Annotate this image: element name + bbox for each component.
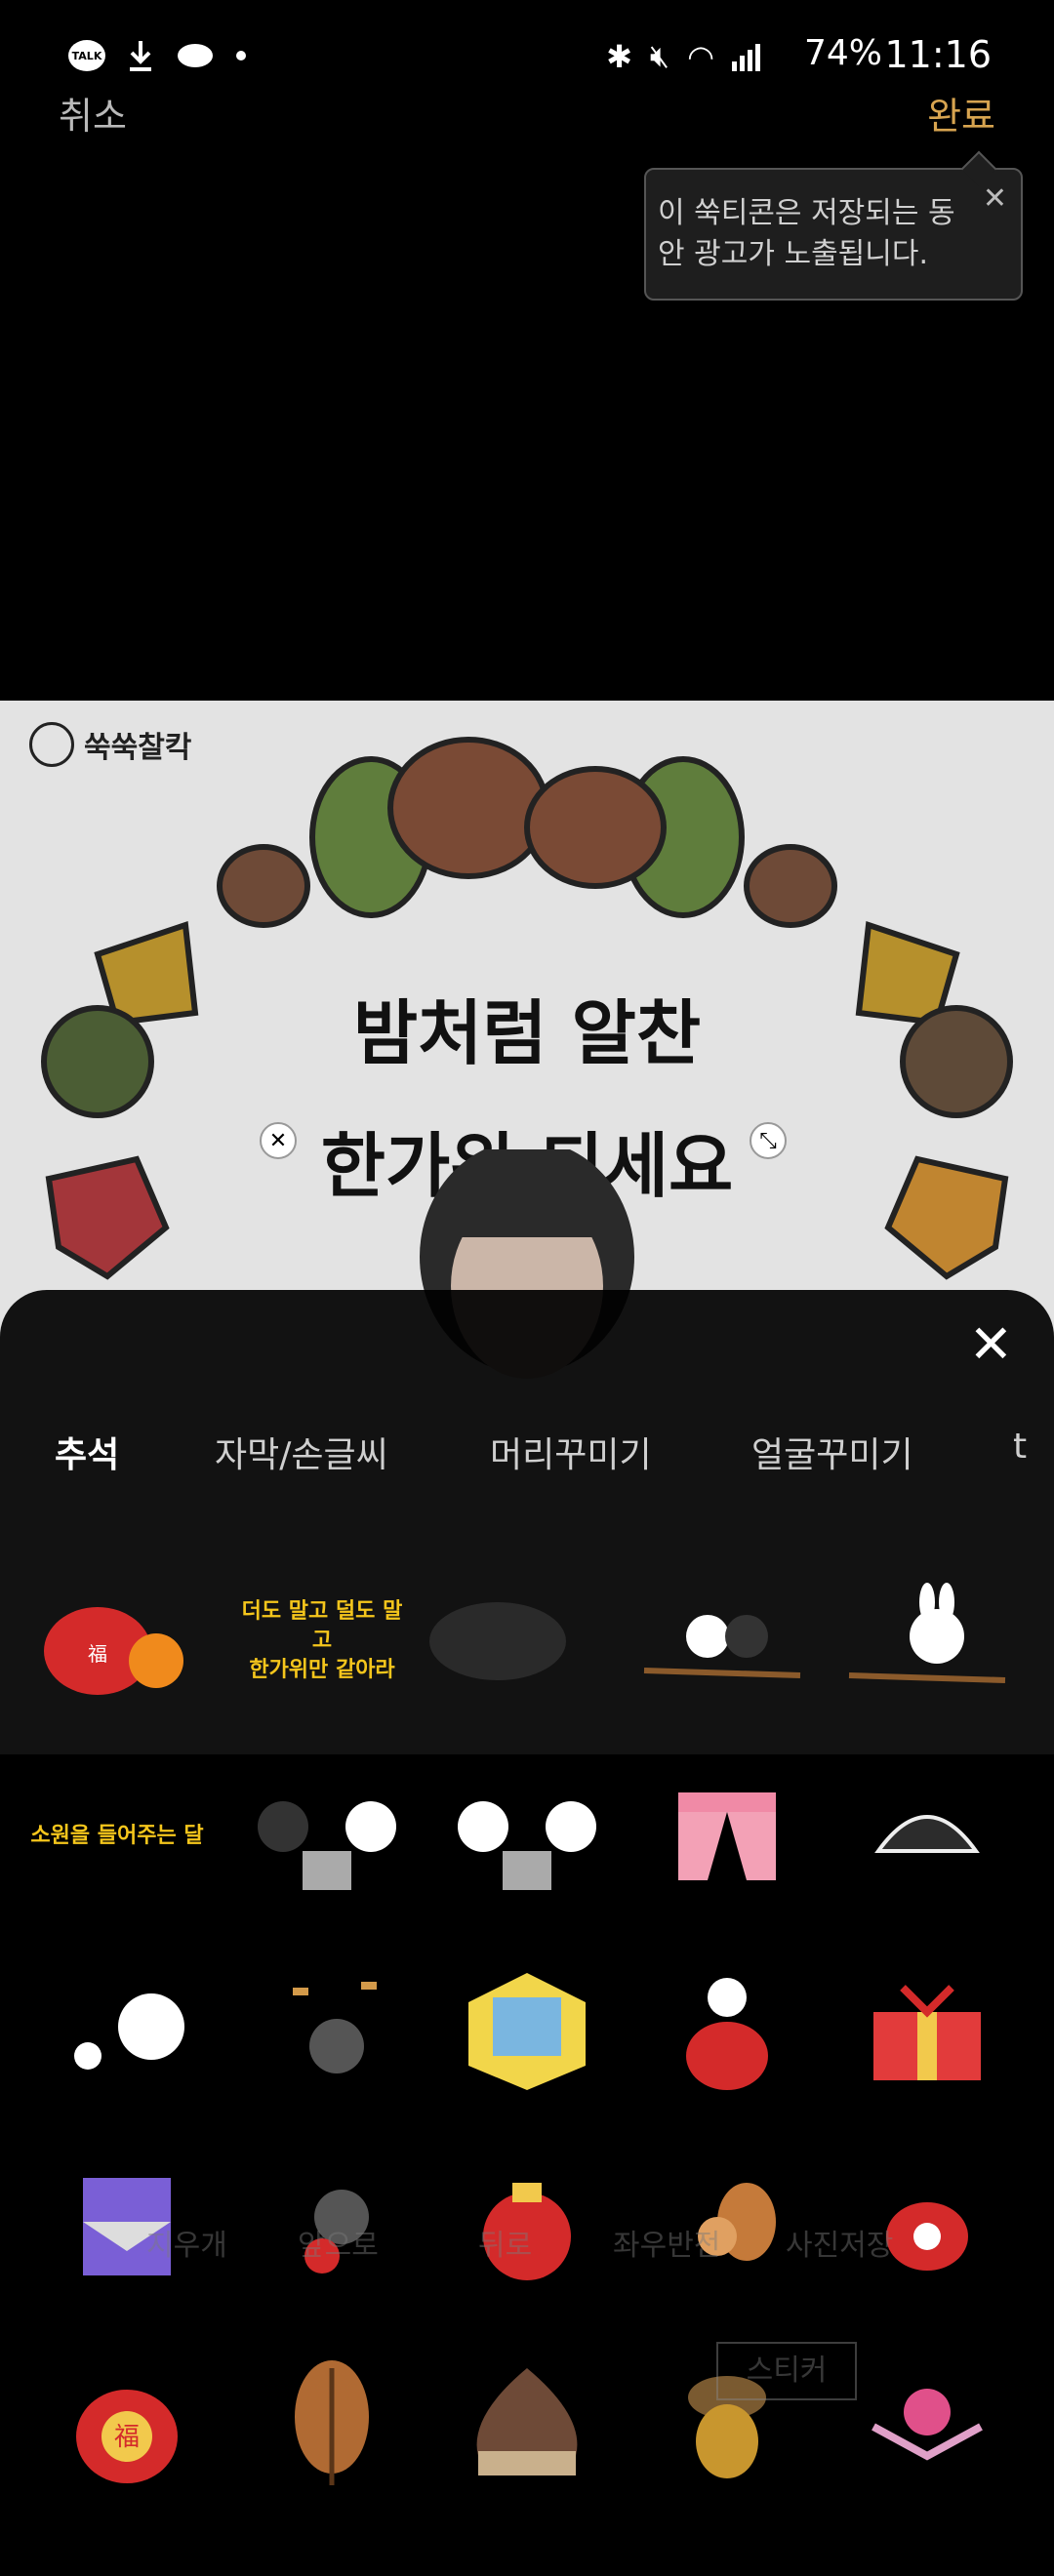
download-icon <box>130 41 151 71</box>
sticker-row: 福 더도 말고 덜도 말고 한가위만 같아라 <box>0 1553 1054 1749</box>
gift-box-sticker[interactable] <box>839 1944 1015 2119</box>
rabbits-pounding-rice-sticker[interactable] <box>239 1749 415 1924</box>
flip-label: 좌우반전 <box>613 2229 721 2263</box>
status-left-icons: TALK <box>68 39 246 72</box>
sticker-category-tabs: 추석 자막/손글씨 머리꾸미기 얼굴꾸미기 t <box>0 1427 1054 1485</box>
ad-notice-tooltip: 이 쑥티콘은 저장되는 동안 광고가 노출됩니다. ✕ <box>644 150 1023 301</box>
lucky-bag-sticker[interactable]: 福 <box>29 1553 205 1729</box>
rabbit-pair-sticker[interactable] <box>39 1944 215 2119</box>
tooltip-close-icon[interactable]: ✕ <box>983 181 1007 216</box>
tooltip-text: 이 쑥티콘은 저장되는 동안 광고가 노출됩니다. <box>658 196 955 271</box>
tab-chuseok[interactable]: 추석 <box>55 1427 119 1477</box>
headline-line-1: 밤처럼 알찬 <box>352 991 702 1074</box>
rabbit-cheering-sticker[interactable] <box>249 1944 425 2119</box>
done-button[interactable]: 완료 <box>927 86 995 140</box>
svg-text:福: 福 <box>88 1642 107 1666</box>
save-photo-label: 사진저장 <box>786 2229 894 2263</box>
headpiece-sticker[interactable] <box>839 1749 1015 1924</box>
rabbit-on-branch-sticker[interactable] <box>839 1553 1015 1729</box>
white-rabbits-rice-sticker[interactable] <box>439 1749 615 1924</box>
tab-subtitle-handwriting[interactable]: 자막/손글씨 <box>215 1427 388 1477</box>
wifi-icon: ◠ <box>687 37 714 75</box>
sticker-row: 소원을 들어주는 달 <box>0 1749 1054 1944</box>
hangawi-sticker-text: 더도 말고 덜도 말고 한가위만 같아라 <box>241 1599 403 1682</box>
status-bar: TALK ✱ 🔇︎ ◠ 74% 11:16 <box>0 0 1054 107</box>
kakaotalk-icon: TALK <box>68 40 105 71</box>
forward-label: 앞으로 <box>298 2229 379 2263</box>
cloud-icon <box>178 44 213 67</box>
signal-icon <box>732 43 760 71</box>
rabbit-lucky-bag-sticker[interactable] <box>639 1944 815 2119</box>
status-right-icons: ✱ 🔇︎ ◠ <box>606 37 761 75</box>
battery-level: 74% <box>803 33 882 73</box>
pink-curtain-sticker[interactable] <box>639 1749 815 1924</box>
sticker-tab-button: 스티커 <box>716 2342 857 2400</box>
back-label: 뒤로 <box>478 2229 533 2263</box>
notification-dot-icon <box>236 51 246 60</box>
eraser-label: 지우개 <box>146 2229 227 2263</box>
hangawi-text-sticker[interactable]: 더도 말고 덜도 말고 한가위만 같아라 <box>234 1553 410 1729</box>
clock: 11:16 <box>884 33 992 76</box>
tab-more[interactable]: t <box>1013 1427 1027 1467</box>
sticker-row <box>0 1944 1054 2139</box>
tab-hair-decor[interactable]: 머리꾸미기 <box>490 1427 652 1477</box>
bluetooth-icon: ✱ <box>606 37 632 75</box>
close-sheet-icon[interactable]: ✕ <box>969 1313 1013 1375</box>
sticker-resize-handle-icon[interactable]: ⤡ <box>750 1122 787 1159</box>
cancel-button[interactable]: 취소 <box>59 86 127 140</box>
hexagon-window-sticker[interactable] <box>439 1944 615 2119</box>
rabbits-on-branch-sticker[interactable] <box>634 1553 810 1729</box>
wish-moon-text-sticker[interactable]: 소원을 들어주는 달 <box>29 1749 205 1924</box>
wish-moon-sticker-text: 소원을 들어주는 달 <box>30 1824 204 1848</box>
underlying-edit-toolbar: 지우개 앞으로 뒤로 좌우반전 사진저장 스티커 <box>0 2127 1054 2537</box>
tab-face-decor[interactable]: 얼굴꾸미기 <box>751 1427 913 1477</box>
mute-icon: 🔇︎ <box>649 37 670 74</box>
chuseok-sticker[interactable] <box>410 1553 586 1729</box>
sticker-delete-handle-icon[interactable]: ✕ <box>260 1122 297 1159</box>
